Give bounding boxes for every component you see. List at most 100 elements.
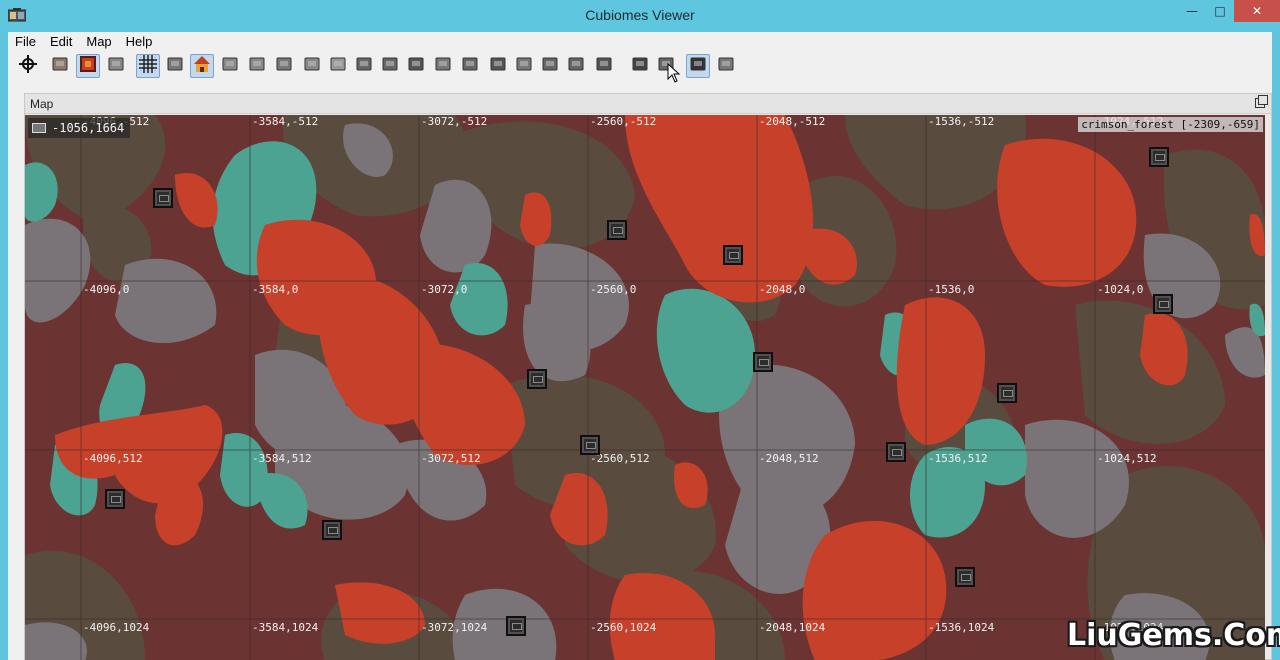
shipwreck-icon: [435, 56, 451, 76]
grid-coordinate-label: -3072,-512: [421, 115, 488, 128]
main-window-client: File Edit Map Help Map -3584,-512 -3072,…: [8, 32, 1272, 660]
bastion-remnant-marker-icon[interactable]: [955, 567, 975, 587]
grid-coordinate-label: -2560,0: [590, 283, 637, 296]
end-city-icon: [718, 56, 734, 76]
slime-chunk-icon: [167, 56, 183, 76]
bastion-toggle-button[interactable]: [564, 54, 588, 78]
grid-coordinate-label: -3072,512: [421, 452, 481, 465]
bastion-remnant-toggle-button[interactable]: [686, 54, 710, 78]
amethyst-geode-icon: [516, 56, 532, 76]
bastion-remnant-marker-icon[interactable]: [886, 442, 906, 462]
bastion-remnant-marker-icon[interactable]: [723, 245, 743, 265]
overworld-biome-toggle-button[interactable]: [48, 54, 72, 78]
nether-portal-toggle-button[interactable]: [76, 54, 100, 78]
ancient-city-toggle-button[interactable]: [458, 54, 482, 78]
window-title: Cubiomes Viewer: [585, 7, 695, 23]
bastion-remnant-marker-icon[interactable]: [153, 188, 173, 208]
watermark: LiuGems.Com: [1067, 618, 1280, 653]
bastion-remnant-marker-icon[interactable]: [322, 520, 342, 540]
map-view[interactable]: -4096,-512-3584,-512-3072,-512-2560,-512…: [25, 115, 1265, 660]
buried-treasure-icon: [490, 56, 506, 76]
grid-coordinate-label: -1024,512: [1097, 452, 1157, 465]
ruined-portal-nether-toggle-button[interactable]: [538, 54, 562, 78]
menu-help[interactable]: Help: [119, 32, 160, 52]
bastion-remnant-marker-icon[interactable]: [607, 220, 627, 240]
grid-coordinate-label: -2048,-512: [759, 115, 826, 128]
grid-coordinate-label: -4096,0: [83, 283, 130, 296]
bastion-remnant-icon: [690, 56, 706, 76]
toolbar: [8, 52, 1272, 82]
crosshair-toggle-button[interactable]: [16, 54, 40, 78]
minimize-button[interactable]: —: [1178, 0, 1206, 22]
app-window: Cubiomes Viewer — □ ✕ File Edit Map Help…: [0, 0, 1280, 660]
dock-title: Map: [30, 97, 54, 111]
grid-coordinate-label: -2048,1024: [759, 621, 826, 634]
menu-bar: File Edit Map Help: [8, 32, 1272, 52]
close-button[interactable]: ✕: [1234, 0, 1280, 22]
igloo-toggle-button[interactable]: [300, 54, 324, 78]
grid-coordinate-label: -1536,-512: [928, 115, 995, 128]
shipwreck-toggle-button[interactable]: [431, 54, 455, 78]
swamp-hut-icon: [276, 56, 292, 76]
bastion-remnant-marker-icon[interactable]: [105, 489, 125, 509]
grid-coordinate-label: -3584,0: [252, 283, 299, 296]
outpost-toggle-button[interactable]: [378, 54, 402, 78]
map-dock: Map -3584,-512 -3072,-512 -2560,-512 -20…: [24, 93, 1272, 660]
ruined-portal-icon: [408, 56, 424, 76]
jungle-temple-icon: [249, 56, 265, 76]
buried-treasure-toggle-button[interactable]: [486, 54, 510, 78]
biome-terrain: [25, 115, 1265, 660]
menu-file[interactable]: File: [8, 32, 43, 52]
end-toggle-button[interactable]: [104, 54, 128, 78]
cursor-coordinates: -1056,1664: [28, 118, 131, 138]
jungle-temple-toggle-button[interactable]: [245, 54, 269, 78]
ancient-city-icon: [462, 56, 478, 76]
grid-coordinate-label: -3584,-512: [252, 115, 319, 128]
amethyst-geode-toggle-button[interactable]: [512, 54, 536, 78]
bastion-remnant-marker-icon[interactable]: [527, 369, 547, 389]
grid-icon: [139, 55, 157, 77]
grid-coordinate-label: -2048,512: [759, 452, 819, 465]
bastion-remnant-marker-icon[interactable]: [1149, 147, 1169, 167]
ocean-monument-icon: [330, 56, 346, 76]
igloo-icon: [304, 56, 320, 76]
grid-toggle-button[interactable]: [136, 54, 160, 78]
village-toggle-button[interactable]: [190, 54, 214, 78]
crosshair-icon: [19, 55, 37, 77]
ruined-portal-nether-icon: [542, 56, 558, 76]
bastion-remnant-marker-icon[interactable]: [580, 435, 600, 455]
bastion-remnant-marker-icon[interactable]: [997, 383, 1017, 403]
ocean-monument-toggle-button[interactable]: [326, 54, 350, 78]
end-icon: [108, 56, 124, 76]
swamp-hut-toggle-button[interactable]: [272, 54, 296, 78]
dock-float-icon[interactable]: [1255, 95, 1268, 108]
desert-pyramid-toggle-button[interactable]: [218, 54, 242, 78]
bastion-remnant-marker-icon[interactable]: [753, 352, 773, 372]
grid-coordinate-label: -3584,512: [252, 452, 312, 465]
grid-coordinate-label: -2560,-512: [590, 115, 657, 128]
ruined-portal-toggle-button[interactable]: [404, 54, 428, 78]
grid-coordinate-label: -2560,1024: [590, 621, 657, 634]
dock-title-bar: Map: [25, 94, 1271, 114]
fossil-toggle-button[interactable]: [628, 54, 652, 78]
grid-coordinate-label: -1536,0: [928, 283, 975, 296]
grid-coordinate-label: -1536,1024: [928, 621, 995, 634]
overworld-biome-icon: [52, 56, 68, 76]
slime-chunk-toggle-button[interactable]: [163, 54, 187, 78]
menu-edit[interactable]: Edit: [43, 32, 79, 52]
menu-map[interactable]: Map: [79, 32, 118, 52]
cursor-coordinates-text: -1056,1664: [52, 121, 125, 135]
minecart-icon: [596, 56, 612, 76]
bastion-remnant-marker-icon[interactable]: [506, 616, 526, 636]
woodland-mansion-icon: [356, 56, 372, 76]
woodland-mansion-toggle-button[interactable]: [352, 54, 376, 78]
grid-coordinate-label: -3072,1024: [421, 621, 488, 634]
minecart-toggle-button[interactable]: [592, 54, 616, 78]
bastion-remnant-marker-icon[interactable]: [1153, 294, 1173, 314]
fossil-icon: [632, 56, 648, 76]
grid-coordinate-label: -1024,0: [1097, 283, 1144, 296]
grid-coordinate-label: -1536,512: [928, 452, 988, 465]
end-city-toggle-button[interactable]: [714, 54, 738, 78]
bastion-icon: [568, 56, 584, 76]
maximize-button[interactable]: □: [1206, 0, 1234, 22]
